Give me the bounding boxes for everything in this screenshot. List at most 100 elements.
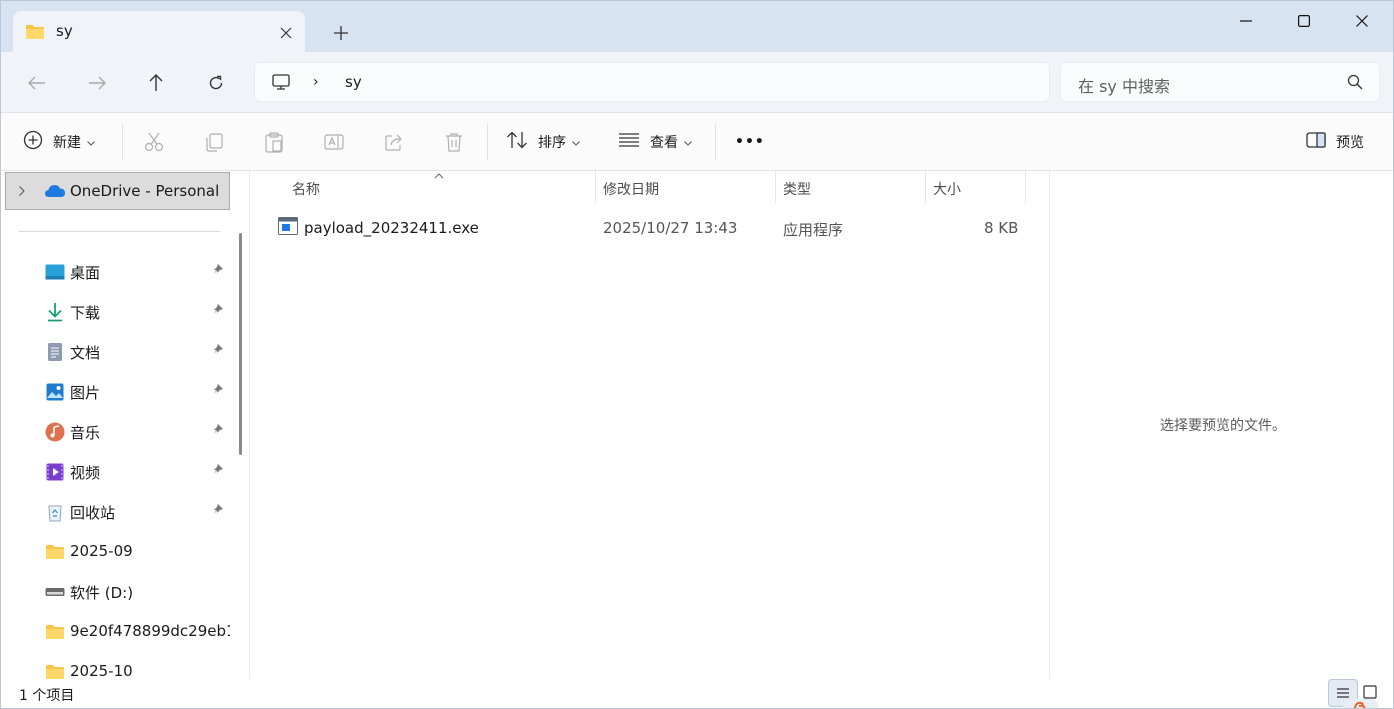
sidebar-item-label: 2025-09 (70, 542, 133, 560)
sidebar-scrollbar[interactable] (239, 233, 242, 455)
ime-tray-icon[interactable] (1339, 693, 1383, 708)
sidebar-item-label: 下载 (70, 304, 101, 322)
new-label: 新建 (53, 135, 81, 151)
toolbar-divider (122, 124, 123, 160)
sidebar-item-documents[interactable]: 文档 (1, 334, 231, 368)
sidebar-item-label: 软件 (D:) (70, 584, 134, 602)
command-bar: 新建 排序 查看 ••• 预览 (1, 113, 1393, 171)
preview-pane: 选择要预览的文件。 (1049, 171, 1393, 679)
add-icon (23, 130, 43, 154)
forward-arrow-icon[interactable] (81, 67, 113, 99)
sidebar-item-onedrive[interactable]: OneDrive - Personal (5, 172, 230, 210)
sidebar-item-2025-09[interactable]: 2025-09 (1, 534, 231, 568)
sidebar-item-label: 桌面 (70, 264, 101, 282)
onedrive-cloud-icon (44, 183, 66, 203)
documents-icon (45, 342, 65, 362)
chevron-down-icon (684, 134, 692, 150)
toolbar-divider (487, 124, 488, 160)
search-placeholder[interactable]: 在 sy 中搜索 (1078, 73, 1170, 97)
column-header-label: 名称 (292, 182, 320, 198)
sidebar-item-label: 音乐 (70, 424, 101, 442)
new-tab-icon[interactable] (329, 21, 353, 45)
explorer-window: sy › sy 在 sy 中搜索 新建 排序 查看 ••• 预览 OneDriv… (0, 0, 1394, 709)
maximize-icon[interactable] (1281, 6, 1327, 36)
table-row[interactable]: payload_20232411.exe 2025/10/27 13:43 应用… (270, 211, 1028, 245)
desktop-icon (45, 262, 65, 282)
breadcrumb-separator[interactable]: › (313, 74, 319, 90)
tab-sy[interactable]: sy (13, 11, 305, 52)
status-bar: 1 个项目 (1, 679, 1393, 708)
sidebar-item-recycle-bin[interactable]: 回收站 (1, 494, 231, 528)
chevron-down-icon (572, 134, 580, 150)
sidebar-item-folder-9e20f[interactable]: 9e20f478899dc29eb1 (1, 614, 231, 648)
recycle-bin-icon (45, 502, 65, 522)
sidebar-item-label: 视频 (70, 464, 101, 482)
delete-icon[interactable] (443, 126, 465, 158)
navigation-bar: › sy 在 sy 中搜索 (1, 52, 1393, 113)
new-button[interactable]: 新建 (23, 126, 95, 158)
file-size: 8 KB (984, 219, 1019, 237)
back-arrow-icon[interactable] (21, 67, 53, 99)
preview-pane-icon (1306, 132, 1326, 152)
sort-button[interactable]: 排序 (506, 126, 580, 158)
sort-icon (506, 131, 528, 153)
pin-icon (212, 343, 224, 359)
sidebar-divider (19, 231, 220, 232)
up-arrow-icon[interactable] (140, 67, 172, 99)
item-count: 1 个项目 (19, 688, 75, 704)
refresh-icon[interactable] (200, 67, 232, 99)
pin-icon (212, 303, 224, 319)
column-header-modified[interactable]: 修改日期 (596, 171, 776, 205)
sidebar-item-desktop[interactable]: 桌面 (1, 254, 231, 288)
videos-icon (45, 462, 65, 482)
sidebar-item-drive-d[interactable]: 软件 (D:) (1, 574, 231, 608)
sidebar-item-music[interactable]: 音乐 (1, 414, 231, 448)
file-modified: 2025/10/27 13:43 (603, 219, 738, 237)
close-tab-icon[interactable] (275, 22, 297, 44)
sidebar-item-downloads[interactable]: 下载 (1, 294, 231, 328)
pin-icon (212, 423, 224, 439)
more-options-button[interactable]: ••• (735, 126, 765, 158)
preview-pane-button[interactable]: 预览 (1306, 126, 1364, 158)
chevron-down-icon (87, 134, 95, 150)
sort-label: 排序 (538, 135, 566, 151)
sidebar-item-label: 2025-10 (70, 662, 133, 680)
folder-icon (25, 24, 45, 44)
sidebar-item-videos[interactable]: 视频 (1, 454, 231, 488)
paste-icon[interactable] (263, 126, 285, 158)
search-icon[interactable] (1347, 74, 1363, 94)
column-divider[interactable] (1025, 171, 1026, 203)
copy-icon[interactable] (203, 126, 225, 158)
file-name[interactable]: payload_20232411.exe (304, 219, 479, 237)
cut-icon[interactable] (143, 126, 165, 158)
file-list: 名称 修改日期 类型 大小 payload_20232411.exe 2025/… (250, 171, 1050, 679)
minimize-icon[interactable] (1223, 6, 1269, 36)
sidebar-item-label: 文档 (70, 344, 101, 362)
pin-icon (212, 463, 224, 479)
pin-icon (212, 383, 224, 399)
view-label: 查看 (650, 135, 678, 151)
sidebar-item-label: OneDrive - Personal (70, 182, 220, 200)
this-pc-icon (271, 72, 291, 96)
view-list-icon (618, 132, 640, 152)
search-box[interactable]: 在 sy 中搜索 (1060, 62, 1380, 102)
column-header-label: 大小 (933, 182, 961, 198)
column-header-name[interactable]: 名称 (250, 171, 596, 205)
column-header-size[interactable]: 大小 (926, 171, 1026, 205)
sidebar-item-label: 9e20f478899dc29eb1 (70, 622, 230, 640)
folder-icon (45, 622, 65, 642)
download-icon (45, 302, 65, 322)
pin-icon (212, 503, 224, 519)
address-bar[interactable]: › sy (254, 62, 1050, 102)
sidebar-item-pictures[interactable]: 图片 (1, 374, 231, 408)
breadcrumb-sy[interactable]: sy (345, 73, 362, 91)
toolbar-divider (715, 124, 716, 160)
rename-icon[interactable] (323, 126, 345, 158)
view-button[interactable]: 查看 (618, 126, 692, 158)
column-header-type[interactable]: 类型 (776, 171, 926, 205)
share-icon[interactable] (383, 126, 405, 158)
column-header-label: 类型 (783, 182, 811, 198)
tab-title: sy (56, 22, 73, 40)
chevron-right-icon[interactable] (19, 184, 25, 200)
close-window-icon[interactable] (1339, 6, 1385, 36)
